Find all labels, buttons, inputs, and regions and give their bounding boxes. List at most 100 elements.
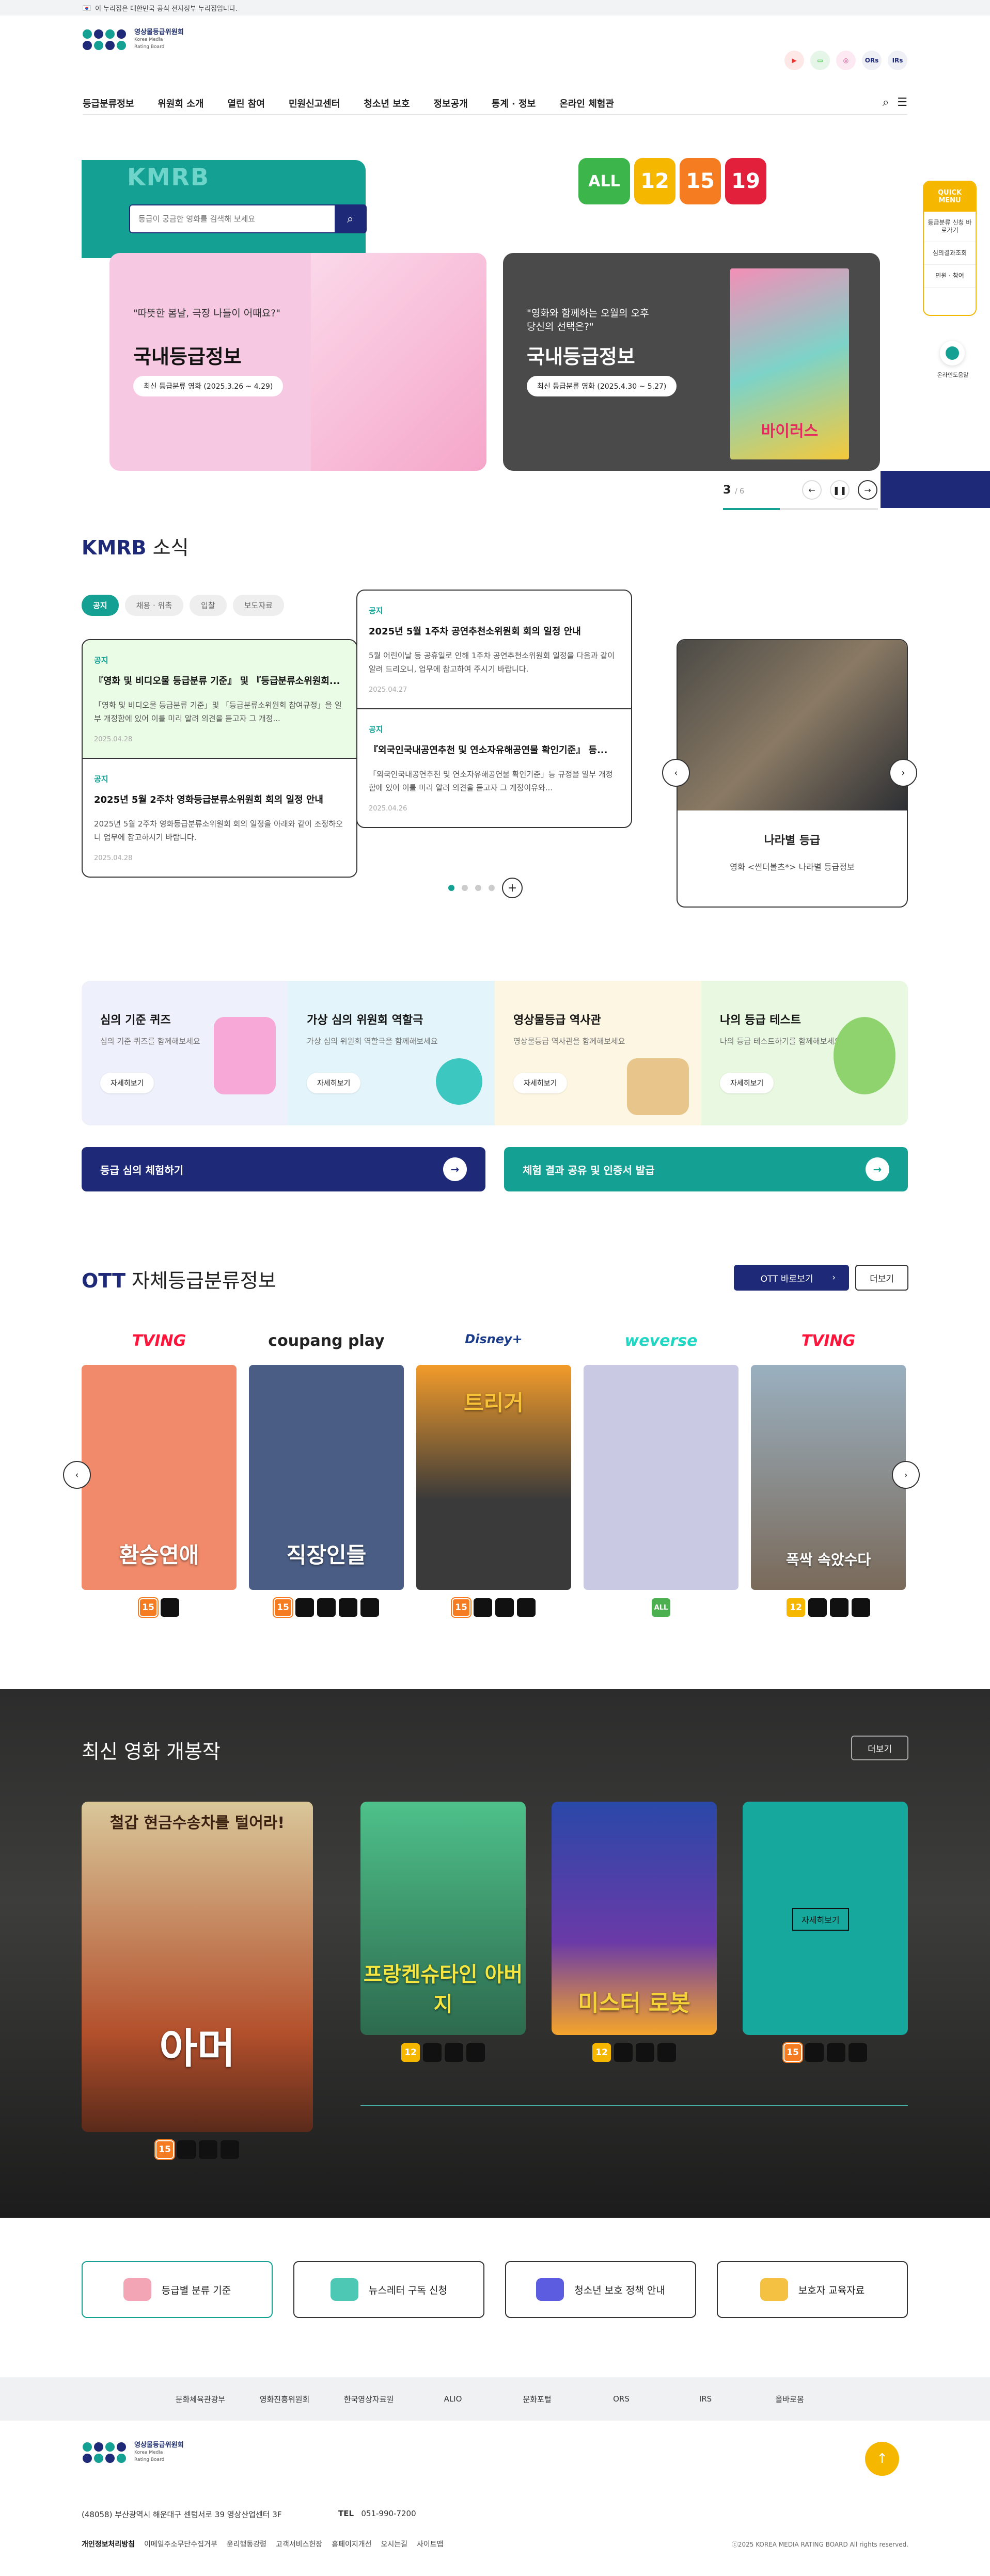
- plus-icon[interactable]: +: [502, 878, 523, 898]
- ott-card[interactable]: weverse ALL: [584, 1332, 738, 1617]
- content-icon: [177, 2140, 196, 2159]
- slide-pill[interactable]: 최신 등급분류 영화 (2025.3.26 ~ 4.29): [133, 376, 284, 396]
- exp-card-history[interactable]: 영상물등급 역사관 영상물등급 역사관을 함께해보세요 자세히보기: [495, 981, 701, 1125]
- footer-link[interactable]: 홈페이지개선: [332, 2539, 371, 2549]
- pause-icon[interactable]: ❚❚: [830, 480, 850, 500]
- content-icon: [636, 2043, 654, 2062]
- nav-item-rating-info[interactable]: 등급분류정보: [83, 97, 134, 110]
- more-button[interactable]: 자세히보기: [307, 1073, 361, 1093]
- youtube-icon[interactable]: ▶: [784, 51, 804, 70]
- menu-icon[interactable]: ☰: [897, 96, 907, 109]
- quicklink-newsletter[interactable]: 뉴스레터 구독 신청: [293, 2261, 484, 2318]
- page-dot[interactable]: [475, 885, 481, 891]
- chevron-left-icon[interactable]: ‹: [662, 759, 690, 787]
- inst-link[interactable]: ORS: [579, 2394, 664, 2404]
- tab-notice[interactable]: 공지: [82, 595, 119, 616]
- ott-card[interactable]: Disney+ 트리거 15: [416, 1332, 571, 1618]
- quick-item-result[interactable]: 심의결과조회: [924, 242, 976, 265]
- chevron-right-icon[interactable]: ›: [889, 759, 917, 787]
- news-item[interactable]: 공지 『영화 및 비디오물 등급분류 기준』 및 『등급분류소위원회... 「영…: [83, 640, 356, 759]
- irs-link[interactable]: IRs: [888, 51, 907, 70]
- ott-card[interactable]: coupang play 직장인들 15: [249, 1332, 404, 1618]
- online-help-label: 온라인도움말: [937, 372, 969, 378]
- chevron-right-icon[interactable]: ›: [892, 1461, 920, 1489]
- site-logo[interactable]: 영상물등급위원회 Korea Media Rating Board: [83, 29, 184, 51]
- ott-card[interactable]: TVING 환승연애 15: [82, 1332, 237, 1618]
- movie-card[interactable]: 프랑켄슈타인 아버지 12: [360, 1802, 526, 2062]
- more-button[interactable]: 자세히보기: [100, 1073, 154, 1093]
- nav-item-online[interactable]: 온라인 체험관: [559, 97, 614, 110]
- movie-card[interactable]: 자세히보기 15: [743, 1802, 908, 2063]
- chevron-left-icon[interactable]: ‹: [63, 1461, 91, 1489]
- next-arrow-icon[interactable]: →: [858, 480, 878, 500]
- footer-link[interactable]: 오시는길: [381, 2539, 407, 2549]
- online-help-button[interactable]: [940, 341, 965, 365]
- quick-item-apply[interactable]: 등급분류 신청 바로가기: [924, 212, 976, 242]
- quicklink-youth-policy[interactable]: 청소년 보호 정책 안내: [505, 2261, 696, 2318]
- page-dot[interactable]: [448, 885, 454, 891]
- prev-arrow-icon[interactable]: ←: [802, 480, 822, 500]
- inst-link[interactable]: 문화포털: [495, 2394, 579, 2405]
- news-item[interactable]: 공지 2025년 5월 2주차 영화등급분류소위원회 회의 일정 안내 2025…: [83, 759, 356, 877]
- footer-logo[interactable]: 영상물등급위원회 Korea Media Rating Board: [83, 2442, 184, 2463]
- hero-slide-card-2[interactable]: 바이러스 "영화와 함께하는 오월의 오후 당신의 선택은?" 국내등급정보 최신…: [503, 253, 880, 471]
- inst-link[interactable]: 문화체육관광부: [159, 2394, 243, 2405]
- slide-counter: 3 / 6: [723, 483, 745, 497]
- nav-item-youth[interactable]: 청소년 보호: [364, 97, 410, 110]
- search-input[interactable]: [130, 214, 335, 224]
- exp-card-roleplay[interactable]: 가상 심의 위원회 역할극 가상 심의 위원회 역할극을 함께해보세요 자세히보기: [288, 981, 495, 1125]
- content-icon: [657, 2043, 676, 2062]
- footer-link[interactable]: 고객서비스헌장: [276, 2539, 322, 2549]
- nav-item-participation[interactable]: 열린 참여: [227, 97, 265, 110]
- ott-card[interactable]: TVING 폭싹 속았수다 12: [751, 1332, 906, 1617]
- tab-recruit[interactable]: 채용 · 위촉: [124, 595, 184, 616]
- inst-link[interactable]: 영화진흥위원회: [243, 2394, 327, 2405]
- ott-go-button[interactable]: OTT 바로보기 ›: [733, 1265, 850, 1291]
- page-dot[interactable]: [462, 885, 468, 891]
- footer-link[interactable]: 이메일주소무단수집거부: [144, 2539, 217, 2549]
- news-item[interactable]: 공지 2025년 5월 1주차 공연추천소위원회 회의 일정 안내 5월 어린이…: [357, 591, 631, 709]
- footer-link[interactable]: 사이트맵: [417, 2539, 444, 2549]
- inst-link[interactable]: 올바로봄: [748, 2394, 832, 2405]
- movies-more-button[interactable]: 더보기: [851, 1736, 908, 1760]
- news-tabs: 공지 채용 · 위촉 입찰 보도자료: [82, 595, 284, 616]
- arrow-right-icon: →: [443, 1157, 467, 1181]
- inst-link[interactable]: IRS: [664, 2394, 748, 2404]
- more-button[interactable]: 자세히보기: [720, 1073, 774, 1093]
- certificate-button[interactable]: 체험 결과 공유 및 인증서 발급 →: [504, 1147, 908, 1191]
- inst-link[interactable]: 한국영상자료원: [327, 2394, 411, 2405]
- quicklink-guardian[interactable]: 보호자 교육자료: [717, 2261, 908, 2318]
- nav-item-stats[interactable]: 통계 · 정보: [492, 97, 536, 110]
- nav-item-complaint[interactable]: 민원신고센터: [289, 97, 340, 110]
- page-dot[interactable]: [489, 885, 495, 891]
- chat-icon[interactable]: ▭: [810, 51, 830, 70]
- search-icon[interactable]: ⌕: [883, 96, 889, 109]
- ott-more-button[interactable]: 더보기: [855, 1265, 908, 1291]
- nav-item-disclosure[interactable]: 정보공개: [433, 97, 467, 110]
- content-icon: [808, 1598, 827, 1617]
- inst-link[interactable]: ALIO: [411, 2394, 495, 2404]
- exp-card-test[interactable]: 나의 등급 테스트 나의 등급 테스트하기를 함께해보세요 자세히보기: [701, 981, 908, 1125]
- quick-item-complaint[interactable]: 민원 · 참여: [924, 265, 976, 288]
- footer-link[interactable]: 윤리행동강령: [227, 2539, 266, 2549]
- more-button[interactable]: 자세히보기: [513, 1073, 568, 1093]
- footer-link[interactable]: 개인정보처리방침: [82, 2539, 135, 2549]
- gov-notice-text[interactable]: 이 누리집은 대한민국 공식 전자정부 누리집입니다.: [95, 3, 238, 13]
- movie-card[interactable]: 철갑 현금수송차를 털어라! 아머 15: [82, 1802, 313, 2160]
- rating-experience-button[interactable]: 등급 심의 체험하기 →: [82, 1147, 485, 1191]
- tab-press[interactable]: 보도자료: [232, 595, 284, 616]
- hero-slide-card-1[interactable]: "따뜻한 봄날, 극장 나들이 어때요?" 국내등급정보 최신 등급분류 영화 …: [109, 253, 486, 471]
- search-button[interactable]: ⌕: [335, 205, 366, 232]
- movie-card[interactable]: 미스터 로봇 12: [552, 1802, 717, 2062]
- nav-item-about[interactable]: 위원회 소개: [158, 97, 203, 110]
- quicklink-rating-criteria[interactable]: 등급별 분류 기준: [82, 2261, 273, 2318]
- tab-bid[interactable]: 입찰: [190, 595, 227, 616]
- exp-card-quiz[interactable]: 심의 기준 퀴즈 심의 기준 퀴즈를 함께해보세요 자세히보기: [82, 981, 288, 1125]
- ors-link[interactable]: ORs: [862, 51, 882, 70]
- instagram-icon[interactable]: ◎: [836, 51, 856, 70]
- scroll-top-button[interactable]: ↑: [865, 2442, 899, 2476]
- news-item[interactable]: 공지 『외국인국내공연추천 및 연소자유해공연물 확인기준』 등... 「외국인…: [357, 709, 631, 827]
- promo-card[interactable]: 나라별 등급 영화 <썬더볼츠*> 나라별 등급정보: [677, 639, 908, 908]
- detail-button[interactable]: 자세히보기: [792, 1908, 849, 1931]
- slide-pill[interactable]: 최신 등급분류 영화 (2025.4.30 ~ 5.27): [527, 376, 677, 396]
